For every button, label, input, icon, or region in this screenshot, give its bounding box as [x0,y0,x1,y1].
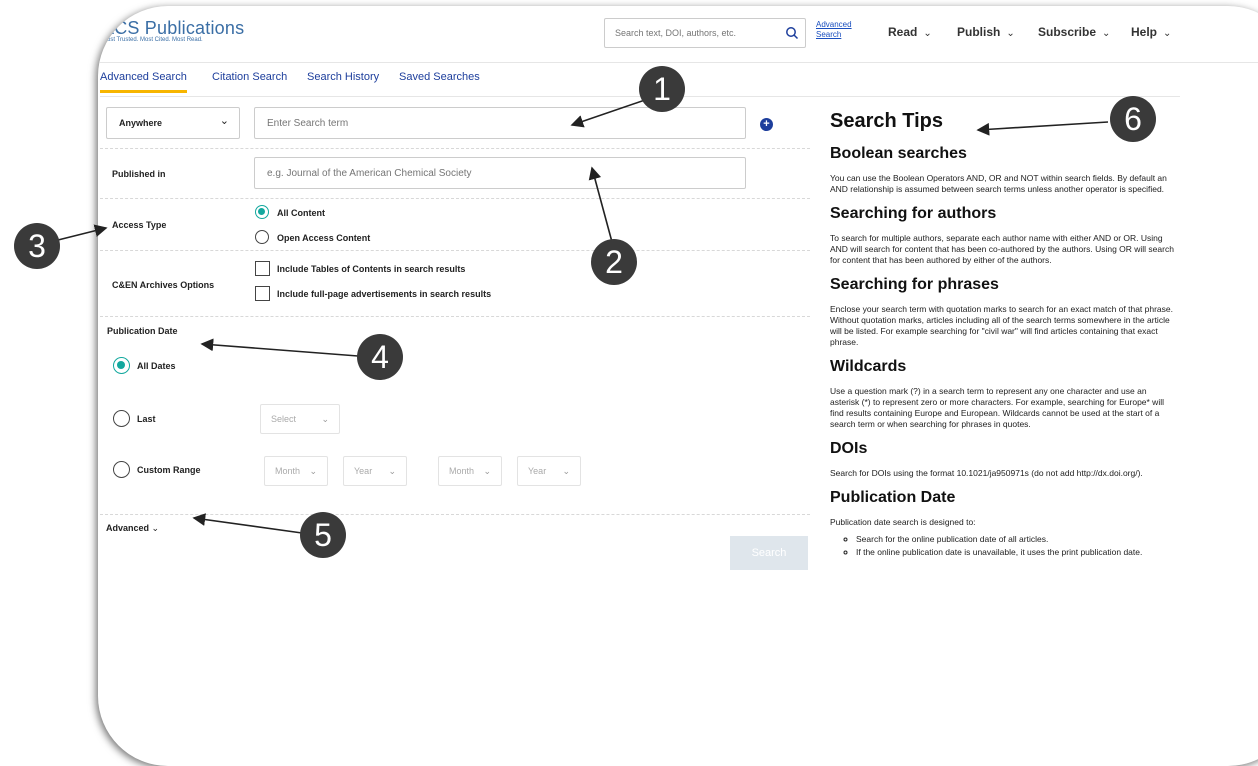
nav-help-label: Help [1131,25,1158,39]
radio-all-dates[interactable] [113,357,130,374]
tip-heading-boolean: Boolean searches [830,145,967,162]
publication-date-bullets: Search for the online publication date o… [830,534,1175,558]
field-select[interactable]: Anywhere ⌄ [106,107,240,139]
end-year-value: Year [528,466,547,476]
callout-4: 4 [357,334,403,380]
list-item: Search for the online publication date o… [856,534,1175,545]
checkbox-advertisements[interactable] [255,286,270,301]
nav-read[interactable]: Read ⌄ [888,25,932,39]
row-divider [100,198,810,199]
published-in-input[interactable] [255,158,745,188]
callout-1: 1 [639,66,685,112]
radio-custom-range[interactable] [113,461,130,478]
chevron-down-icon: ⌄ [309,466,317,476]
chevron-down-icon: ⌄ [219,115,229,127]
search-icon[interactable] [785,26,799,40]
nav-read-label: Read [888,25,918,39]
callout-2: 2 [591,239,637,285]
nav-subscribe-label: Subscribe [1038,25,1097,39]
nav-help[interactable]: Help ⌄ [1131,25,1171,39]
tip-heading-wildcards: Wildcards [830,358,907,375]
row-divider [100,148,810,149]
header-search-box[interactable] [604,18,806,48]
tip-body-publication-date: Publication date search is designed to: [830,517,976,527]
tip-heading-dois: DOIs [830,440,868,457]
tip-body-dois: Search for DOIs using the format 10.1021… [830,468,1143,478]
chevron-down-icon: ⌄ [483,466,491,476]
tip-body-authors: To search for multiple authors, separate… [830,233,1174,265]
tip-body-wildcards: Use a question mark (?) in a search term… [830,386,1164,429]
logo-brand: ACS Publications [102,18,245,38]
range-start-month-select[interactable]: Month ⌄ [264,456,328,486]
tip-body-boolean: You can use the Boolean Operators AND, O… [830,173,1167,194]
chevron-down-icon: ⌄ [388,466,396,476]
chevron-down-icon: ⌄ [321,414,329,424]
start-year-value: Year [354,466,373,476]
list-item: If the online publication date is unavai… [856,547,1175,558]
row-divider [100,514,810,515]
tip-heading-authors: Searching for authors [830,205,997,222]
all-content-label: All Content [277,208,325,218]
tip-heading-phrases: Searching for phrases [830,276,999,293]
advanced-link-line1: Advanced [816,20,852,29]
header-divider [98,62,1258,63]
nav-subscribe[interactable]: Subscribe ⌄ [1038,25,1110,39]
search-term-input[interactable] [255,108,745,138]
radio-last[interactable] [113,410,130,427]
row-divider [100,250,810,251]
radio-open-access[interactable] [255,230,269,244]
access-type-label: Access Type [112,220,167,230]
add-field-icon[interactable]: + [760,118,773,131]
chevron-down-icon: ⌄ [151,523,160,533]
chevron-down-icon: ⌄ [562,466,570,476]
range-end-year-select[interactable]: Year ⌄ [517,456,581,486]
callout-6: 6 [1110,96,1156,142]
advertisements-label: Include full-page advertisements in sear… [277,289,492,299]
tab-advanced-search[interactable]: Advanced Search [100,71,187,93]
search-term-field[interactable] [254,107,746,139]
open-access-label: Open Access Content [277,233,371,243]
radio-all-content[interactable] [255,205,269,219]
advanced-search-link[interactable]: Advanced Search [816,20,852,40]
nav-publish[interactable]: Publish ⌄ [957,25,1015,39]
chevron-down-icon: ⌄ [1102,28,1111,39]
search-button[interactable]: Search [730,536,808,570]
start-month-value: Month [275,466,301,476]
field-select-value: Anywhere [119,118,163,128]
custom-range-label: Custom Range [137,465,201,475]
advanced-toggle-label: Advanced [106,523,150,533]
acs-logo[interactable]: ACS Publications Most Trusted. Most Cite… [102,18,244,43]
callout-5: 5 [300,512,346,558]
tab-citation-search[interactable]: Citation Search [212,71,287,83]
tip-heading-publication-date: Publication Date [830,489,956,506]
checkbox-tables-of-contents[interactable] [255,261,270,276]
all-dates-label: All Dates [137,361,176,371]
nav-publish-label: Publish [957,25,1001,39]
advanced-toggle[interactable]: Advanced ⌄ [106,523,159,534]
chevron-down-icon: ⌄ [1006,28,1015,39]
published-in-label: Published in [112,169,166,179]
chevron-down-icon: ⌄ [923,28,932,39]
app-window: ACS Publications Most Trusted. Most Cite… [98,6,1258,766]
published-in-field[interactable] [254,157,746,189]
advanced-link-line2: Search [816,30,842,39]
tip-body-phrases: Enclose your search term with quotation … [830,304,1173,347]
publication-date-label: Publication Date [107,326,178,336]
row-divider [100,316,810,317]
tab-search-history[interactable]: Search History [307,71,379,83]
tab-saved-searches[interactable]: Saved Searches [399,71,480,83]
end-month-value: Month [449,466,475,476]
last-period-value: Select [271,414,297,424]
chevron-down-icon: ⌄ [1163,28,1172,39]
callout-3: 3 [14,223,60,269]
header-search-input[interactable] [605,19,787,47]
range-end-month-select[interactable]: Month ⌄ [438,456,502,486]
range-start-year-select[interactable]: Year ⌄ [343,456,407,486]
last-label: Last [137,414,156,424]
search-tips-panel: Search Tips Boolean searches You can use… [830,110,1175,560]
tables-of-contents-label: Include Tables of Contents in search res… [277,264,466,274]
last-period-select[interactable]: Select ⌄ [260,404,340,434]
archives-options-label: C&EN Archives Options [112,280,215,290]
